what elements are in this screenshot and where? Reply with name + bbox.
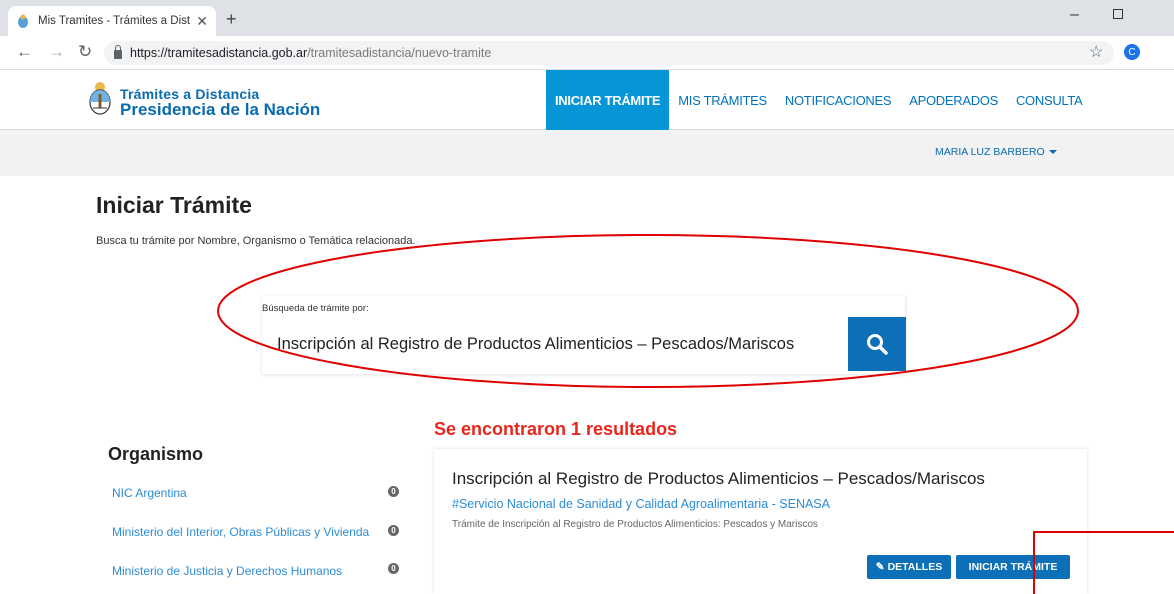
nav-consulta[interactable]: CONSULTA [1007,70,1091,130]
nav-mis-tramites[interactable]: MIS TRÁMITES [669,70,776,130]
details-button[interactable]: ✎ DETALLES [867,555,951,579]
result-count: Se encontraron 1 resultados [434,419,678,439]
search-input[interactable] [263,317,848,371]
tab-title: Mis Tramites - Trámites a Distanc [38,15,191,27]
search-icon [867,334,888,355]
result-title: Inscripción al Registro de Productos Ali… [452,469,985,488]
reload-icon[interactable]: ↻ [78,42,92,62]
browser-tab[interactable]: Mis Tramites - Trámites a Distanc ✕ [8,6,216,36]
logo-subtitle: Presidencia de la Nación [120,100,321,119]
result-organism-link[interactable]: #Servicio Nacional de Sanidad y Calidad … [452,497,830,511]
user-name: MARIA LUZ BARBERO [935,146,1045,158]
url-host: https://tramitesadistancia.gob.ar [130,46,308,60]
tab-close-icon[interactable]: ✕ [196,13,208,30]
window-minimize-icon[interactable]: – [1070,6,1079,24]
lock-icon [114,44,122,59]
address-bar[interactable]: https://tramitesadistancia.gob.ar/tramit… [104,41,1114,65]
count-badge: 0 [388,525,399,536]
nav-iniciar-tramite[interactable]: INICIAR TRÁMITE [546,70,670,130]
search-label: Búsqueda de trámite por: [262,303,369,314]
count-badge: 0 [388,563,399,574]
nav-apoderados[interactable]: APODERADOS [900,70,1007,130]
nav-notificaciones[interactable]: NOTIFICACIONES [776,70,900,130]
forward-arrow-icon[interactable]: → [48,42,65,62]
result-description: Trámite de Inscripción al Registro de Pr… [452,519,818,530]
url-path: /tramitesadistancia/nuevo-tramite [307,46,492,60]
sidebar-title: Organismo [108,444,204,464]
new-tab-icon[interactable]: + [226,9,237,30]
profile-avatar[interactable]: C [1124,44,1140,60]
start-procedure-button[interactable]: INICIAR TRÁMITE [956,555,1070,579]
page-title: Iniciar Trámite [96,192,252,218]
details-label: DETALLES [887,561,943,573]
page-subtitle: Busca tu trámite por Nombre, Organismo o… [96,235,416,247]
user-menu[interactable]: MARIA LUZ BARBERO [935,146,1057,158]
main-nav: INICIAR TRÁMITE MIS TRÁMITES NOTIFICACIO… [546,70,1091,130]
caret-down-icon [1048,150,1057,155]
national-seal-icon [88,80,112,116]
sidebar-item-nic-argentina[interactable]: NIC Argentina [112,486,187,500]
site-favicon-icon [16,14,30,28]
sidebar-item-ministerio-justicia[interactable]: Ministerio de Justicia y Derechos Humano… [112,564,342,578]
tag-icon: ✎ [875,561,885,573]
count-badge: 0 [388,486,399,497]
sidebar-item-ministerio-interior[interactable]: Ministerio del Interior, Obras Públicas … [112,525,369,539]
bookmark-star-icon[interactable]: ☆ [1089,42,1103,62]
back-arrow-icon[interactable]: ← [16,42,33,62]
search-button[interactable] [848,317,906,371]
window-restore-icon[interactable] [1113,9,1123,19]
